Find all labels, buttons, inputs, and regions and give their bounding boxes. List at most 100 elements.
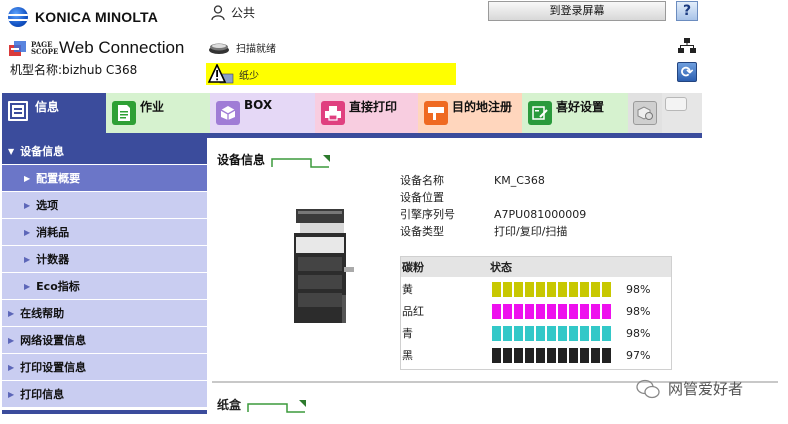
toner-segment <box>547 303 556 319</box>
toner-segment <box>580 325 589 341</box>
tab-destination[interactable]: 目的地注册 <box>418 93 522 133</box>
sidebar-item-label: 网络设置信息 <box>20 334 87 347</box>
toner-segment <box>547 281 556 297</box>
sidebar-item-print-info[interactable]: ▶ 打印信息 <box>2 381 207 408</box>
tab-direct-print-label: 直接打印 <box>349 100 398 114</box>
toner-segment <box>558 281 567 297</box>
info-key: 设备类型 <box>400 225 444 238</box>
device-info-table: 设备名称 KM_C368 设备位置 引擎序列号 A7PU081000009 设备… <box>400 172 586 240</box>
tab-settings-extra[interactable] <box>628 93 662 133</box>
status-column-header: 状态 <box>490 256 672 279</box>
scan-ready-text: 扫描就绪 <box>236 44 276 55</box>
direct-print-icon <box>321 101 345 125</box>
info-row-device-location: 设备位置 <box>400 189 586 206</box>
toner-segment <box>536 347 545 363</box>
toner-name: 黑 <box>400 344 490 367</box>
box-gear-icon <box>633 101 657 125</box>
pagescope-logo: PAGE SCOPE Web Connection <box>8 38 184 58</box>
title-decoration-icon <box>271 155 331 168</box>
toner-segment <box>580 281 589 297</box>
toner-table-header: 碳粉 状态 <box>400 256 672 279</box>
warning-icon <box>208 64 234 84</box>
user-icon <box>211 4 225 20</box>
toner-name: 青 <box>400 322 490 345</box>
toner-percent: 98% <box>622 278 672 301</box>
job-icon <box>112 101 136 125</box>
wechat-icon <box>636 379 660 398</box>
toner-segment <box>536 325 545 341</box>
sidebar-item-consumables[interactable]: ▶ 消耗品 <box>2 219 207 246</box>
expanded-arrow-icon: ▼ <box>8 146 15 156</box>
sidebar-item-device-info[interactable]: ▼ 设备信息 <box>2 138 207 165</box>
paper-low-alert[interactable]: 纸少 <box>206 63 456 85</box>
section-title: 设备信息 <box>217 151 335 168</box>
toner-name: 黄 <box>400 278 490 301</box>
page-title: 设备信息 <box>217 153 266 167</box>
toner-segment <box>503 347 512 363</box>
tab-box[interactable]: BOX <box>210 93 315 133</box>
tab-direct-print[interactable]: 直接打印 <box>315 93 418 133</box>
tab-job[interactable]: 作业 <box>106 93 210 133</box>
toner-segment <box>492 303 501 319</box>
sidebar-item-label: 打印信息 <box>20 388 65 401</box>
info-key: 引擎序列号 <box>400 208 455 221</box>
user-indicator: 公共 <box>211 4 255 21</box>
sidebar-item-online-help[interactable]: ▶ 在线帮助 <box>2 300 207 327</box>
sidebar-item-config-summary[interactable]: ▶ 配置概要 <box>2 165 207 192</box>
toner-segment <box>569 281 578 297</box>
sidebar-item-network-settings[interactable]: ▶ 网络设置信息 <box>2 327 207 354</box>
toner-segment <box>591 303 600 319</box>
info-row-device-name: 设备名称 KM_C368 <box>400 172 586 189</box>
toner-percent: 98% <box>622 300 672 323</box>
toner-segment <box>514 325 523 341</box>
sitemap-icon[interactable] <box>678 38 696 54</box>
info-row-device-type: 设备类型 打印/复印/扫描 <box>400 223 586 240</box>
toner-segment <box>514 303 523 319</box>
toner-segment <box>525 325 534 341</box>
watermark: 网管爱好者 <box>636 378 743 399</box>
arrow-right-icon: ▶ <box>24 200 31 210</box>
sidebar-item-eco[interactable]: ▶ Eco指标 <box>2 273 207 300</box>
sidebar: ▼ 设备信息 ▶ 配置概要 ▶ 选项 ▶ 消耗品 ▶ 计数器 ▶ Eco指标 ▶… <box>2 138 207 408</box>
tab-info-label: 信息 <box>35 100 60 114</box>
refresh-icon: ⟳ <box>680 63 694 81</box>
toner-segment <box>547 347 556 363</box>
sidebar-item-counter[interactable]: ▶ 计数器 <box>2 246 207 273</box>
toner-level-meter <box>490 278 622 301</box>
toner-segment <box>514 281 523 297</box>
destination-icon <box>424 101 448 125</box>
table-row: 品红 98% <box>400 300 672 323</box>
login-screen-button[interactable]: 到登录屏幕 <box>488 1 666 21</box>
toner-segment <box>602 347 611 363</box>
arrow-right-icon: ▶ <box>8 362 15 372</box>
help-button[interactable]: ? <box>676 1 698 21</box>
sidebar-item-label: 在线帮助 <box>20 307 65 320</box>
user-name: 公共 <box>231 6 256 20</box>
tab-info[interactable]: 信息 <box>2 93 106 133</box>
refresh-button[interactable]: ⟳ <box>677 62 697 82</box>
info-key: 设备名称 <box>400 174 444 187</box>
info-value: 打印/复印/扫描 <box>494 225 568 238</box>
main-tabs: 信息 作业 BOX 直接打印 目的地注册 喜好设置 <box>2 93 702 133</box>
toner-segment <box>503 281 512 297</box>
toner-segment <box>591 325 600 341</box>
arrow-right-icon: ▶ <box>24 173 31 183</box>
sidebar-item-options[interactable]: ▶ 选项 <box>2 192 207 219</box>
tab-favorites[interactable]: 喜好设置 <box>522 93 628 133</box>
toner-segment <box>602 303 611 319</box>
tab-favorites-label: 喜好设置 <box>556 100 605 114</box>
toner-segment <box>514 347 523 363</box>
toner-level-meter <box>490 300 622 323</box>
watermark-text: 网管爱好者 <box>668 380 744 398</box>
model-name: 机型名称:bizhub C368 <box>10 63 138 77</box>
title-decoration-icon <box>247 400 307 413</box>
arrow-right-icon: ▶ <box>8 308 15 318</box>
tab-panel-extra[interactable] <box>662 93 702 133</box>
arrow-right-icon: ▶ <box>8 389 15 399</box>
toner-name: 品红 <box>400 300 490 323</box>
sidebar-item-print-settings[interactable]: ▶ 打印设置信息 <box>2 354 207 381</box>
sidebar-item-label: 配置概要 <box>36 172 81 185</box>
toner-segment <box>492 347 501 363</box>
sidebar-item-label: 设备信息 <box>20 145 65 158</box>
arrow-right-icon: ▶ <box>24 281 31 291</box>
